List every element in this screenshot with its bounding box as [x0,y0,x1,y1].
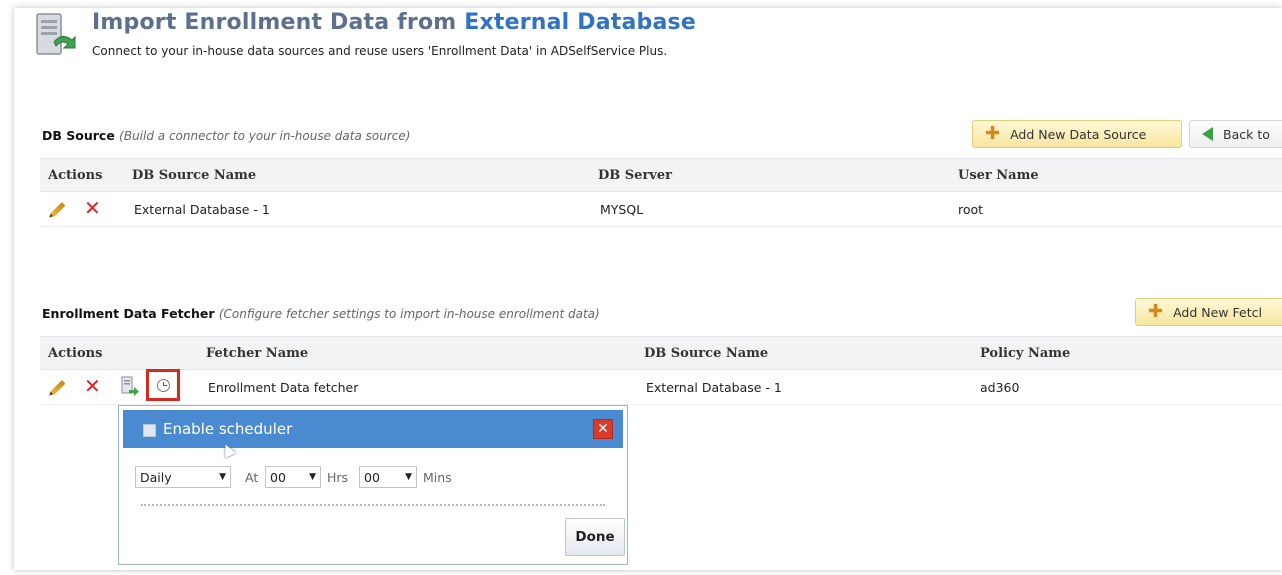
delete-icon[interactable]: ✕ [84,376,101,396]
fetcher-table-header: Actions Fetcher Name DB Source Name Poli… [40,336,1282,370]
db-source-hint: (Build a connector to your in-house data… [119,129,411,143]
mins-label: Mins [423,470,452,485]
table-row: ✕ External Database - 1 MYSQL root [40,192,1282,227]
col-fetcher-name: Fetcher Name [206,346,309,361]
user-name-cell: root [958,202,984,217]
enable-scheduler-checkbox[interactable] [143,424,156,437]
dropdown-arrow-icon: ▼ [405,472,412,482]
delete-icon[interactable]: ✕ [84,198,101,218]
minutes-select[interactable]: 00 ▼ [359,466,417,488]
frequency-select[interactable]: Daily ▼ [135,466,231,488]
server-import-icon [36,13,76,55]
hours-select[interactable]: 00 ▼ [265,466,321,488]
page-title-accent: External Database [464,10,696,35]
fetcher-source-cell: External Database - 1 [646,380,782,395]
dropdown-arrow-icon: ▼ [219,472,226,482]
col-user-name: User Name [958,168,1039,183]
add-new-fetcher-button[interactable]: ✚ Add New Fetcl [1135,298,1282,326]
add-new-data-source-label: Add New Data Source [1010,126,1147,142]
done-button[interactable]: Done [565,518,625,556]
table-row: ✕ Enrollment Data fetcher External Datab… [40,369,1282,405]
col-db-source-name: DB Source Name [644,346,769,361]
minutes-value: 00 [364,469,380,485]
col-actions: Actions [48,346,103,361]
back-button[interactable]: Back to [1189,120,1282,148]
db-source-title: DB Source [42,128,115,143]
page-title: Import Enrollment Data from External Dat… [92,10,696,35]
hrs-label: Hrs [327,470,349,485]
plus-icon: ✚ [1148,301,1164,322]
back-button-label: Back to [1223,126,1270,142]
col-actions: Actions [48,168,103,183]
db-source-name-cell: External Database - 1 [134,202,270,217]
back-arrow-icon [1202,127,1213,141]
add-new-data-source-button[interactable]: ✚ Add New Data Source [972,120,1182,148]
col-db-server: DB Server [598,168,672,183]
edit-pencil-icon[interactable] [50,202,66,217]
db-server-cell: MYSQL [600,202,644,217]
clock-icon [157,379,170,392]
run-fetcher-icon[interactable] [120,376,140,396]
fetcher-title: Enrollment Data Fetcher [42,306,215,321]
close-icon[interactable]: ✕ [593,419,613,439]
enable-scheduler-label[interactable]: Enable scheduler [163,420,292,438]
scheduler-popup-header: Enable scheduler ✕ [123,410,623,448]
page-subtitle: Connect to your in-house data sources an… [92,44,668,58]
fetcher-name-cell: Enrollment Data fetcher [208,380,359,395]
edit-pencil-icon[interactable] [50,380,66,395]
plus-icon: ✚ [985,123,1001,144]
frequency-value: Daily [140,469,172,485]
col-db-source-name: DB Source Name [132,168,257,183]
db-source-heading: DB Source (Build a connector to your in-… [42,128,410,143]
add-new-fetcher-label: Add New Fetcl [1173,304,1262,320]
col-policy-name: Policy Name [980,346,1071,361]
dropdown-arrow-icon: ▼ [309,472,316,482]
scheduler-popup: Enable scheduler ✕ Daily ▼ At 00 ▼ Hrs 0… [118,405,628,565]
at-label: At [245,470,259,485]
fetcher-heading: Enrollment Data Fetcher (Configure fetch… [42,306,600,321]
hours-value: 00 [270,469,286,485]
popup-divider [141,504,605,506]
scheduler-highlight[interactable] [146,369,180,401]
policy-name-cell: ad360 [980,380,1020,395]
db-source-table-header: Actions DB Source Name DB Server User Na… [40,158,1282,192]
fetcher-hint: (Configure fetcher settings to import in… [218,307,600,321]
